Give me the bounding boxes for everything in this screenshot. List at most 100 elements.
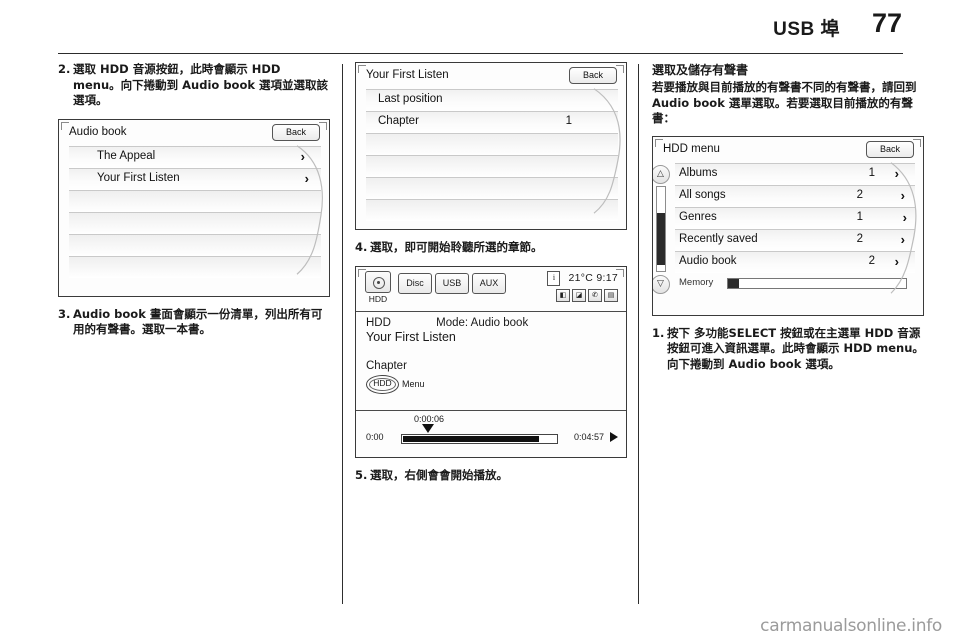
- step-3-text: Audio book 畫面會顯示一份清單，列出所有可用的有聲書。選取一本書。: [73, 306, 323, 337]
- phone-mute-icon: ◪: [572, 288, 586, 302]
- list-item-value: 2: [868, 254, 875, 267]
- scroll-up-icon[interactable]: △: [653, 164, 670, 184]
- screen-player-wrapper: HDD Disc USB AUX i 21°C 9:17 ◧ ◪ ✆ ▤ HDD…: [355, 265, 627, 458]
- step-3: 3. Audio book 畫面會顯示一份清單，列出所有可用的有聲書。選取一本書…: [58, 307, 330, 338]
- list-item-label: Chapter: [378, 115, 419, 127]
- first-listen-title-row: Your First Listen Back: [356, 63, 626, 89]
- back-button[interactable]: Back: [569, 67, 617, 84]
- play-icon: [610, 431, 618, 442]
- list-item-label: Your First Listen: [97, 171, 180, 184]
- source-tab-aux[interactable]: AUX: [472, 272, 506, 294]
- list-item-value: 1: [565, 115, 572, 127]
- watermark: carmanualsonline.info: [760, 616, 942, 636]
- list-item-empty[interactable]: [366, 133, 618, 155]
- page-title: USB 埠: [773, 19, 840, 40]
- list-item[interactable]: The Appeal ›: [69, 145, 321, 168]
- memory-label: Memory: [679, 276, 714, 288]
- status-top-row: i 21°C 9:17: [547, 270, 618, 286]
- list-item[interactable]: Last position: [366, 89, 618, 111]
- list-item[interactable]: Recently saved 2 ›: [675, 228, 915, 251]
- column-divider-left: [342, 64, 343, 604]
- source-tab-usb[interactable]: USB: [435, 272, 469, 294]
- screen-audio-player: HDD Disc USB AUX i 21°C 9:17 ◧ ◪ ✆ ▤ HDD…: [355, 265, 627, 458]
- step-1: 1. 按下 多功能SELECT 按鈕或在主選單 HDD 音源按鈕可進入資訊選單。…: [652, 326, 924, 373]
- playback-progress: 0:00:06 0:00 0:04:57: [356, 411, 626, 455]
- progress-bar[interactable]: [401, 433, 558, 444]
- hdd-menu-screen-title: HDD menu: [663, 142, 720, 155]
- list-item-value: 2: [856, 232, 863, 245]
- memory-row: Memory: [675, 275, 913, 292]
- playback-info: HDD Mode: Audio book Your First Listen C…: [356, 312, 626, 411]
- memory-bar: [727, 277, 907, 289]
- chevron-right-icon: ›: [300, 148, 305, 164]
- list-item-label: Genres: [679, 210, 717, 223]
- step-4: 4. 選取，即可開始聆聽所選的章節。: [355, 240, 627, 256]
- page-columns: 2. 選取 HDD 音源按鈕，此時會顯示 HDD menu。向下捲動到 Audi…: [0, 62, 960, 607]
- source-hdd[interactable]: HDD: [365, 270, 391, 304]
- current-position-label: 0:00:06: [414, 413, 445, 424]
- memory-bar-fill: [728, 278, 739, 288]
- list-item[interactable]: Audio book 2 ›: [675, 250, 915, 273]
- first-listen-screen-title: Your First Listen: [366, 69, 449, 81]
- first-listen-list: Last position Chapter 1: [366, 89, 618, 221]
- list-item-empty[interactable]: [69, 255, 321, 278]
- hdd-menu-control[interactable]: HDD Menu: [366, 374, 616, 394]
- scroll-down-icon[interactable]: ▽: [653, 274, 670, 294]
- back-button[interactable]: Back: [272, 123, 320, 141]
- list-item-label: Albums: [679, 166, 718, 179]
- list-item-empty[interactable]: [69, 233, 321, 256]
- status-temperature-time: 21°C 9:17: [568, 272, 618, 284]
- screen-audio-book-wrapper: Audio book Back The Appeal › Your First …: [58, 118, 330, 297]
- chevron-right-icon: ›: [900, 231, 905, 247]
- section-heading: 選取及儲存有聲書: [652, 63, 749, 77]
- progress-end-time: 0:04:57: [573, 431, 604, 442]
- list-item-label: Recently saved: [679, 232, 758, 245]
- list-item[interactable]: Chapter 1: [366, 111, 618, 133]
- screen-audio-book: Audio book Back The Appeal › Your First …: [58, 118, 330, 297]
- audio-book-screen-title: Audio book: [69, 125, 127, 138]
- source-hdd-label: HDD: [368, 293, 388, 304]
- scrollbar-thumb[interactable]: [657, 212, 665, 265]
- battery-icon: ▤: [604, 288, 618, 302]
- hdd-menu-list: Albums 1 › All songs 2 › Genres 1 › Rece…: [675, 162, 915, 273]
- step-4-text: 選取，即可開始聆聽所選的章節。: [370, 240, 543, 254]
- status-temperature: 21°C: [568, 272, 594, 284]
- column-middle: Your First Listen Back Last position Cha…: [355, 62, 627, 607]
- source-selection-bar: HDD Disc USB AUX i 21°C 9:17 ◧ ◪ ✆ ▤: [356, 267, 626, 312]
- list-item-value: 1: [868, 166, 875, 179]
- list-item[interactable]: Albums 1 ›: [675, 162, 915, 185]
- step-5-number: 5.: [355, 467, 368, 482]
- screen-first-listen-wrapper: Your First Listen Back Last position Cha…: [355, 62, 627, 230]
- playback-mode-label: Mode: Audio book: [436, 316, 529, 329]
- step-1-text: 按下 多功能SELECT 按鈕或在主選單 HDD 音源按鈕可進入資訊選單。此時會…: [667, 325, 924, 371]
- list-item[interactable]: Your First Listen ›: [69, 167, 321, 190]
- status-time: 9:17: [596, 272, 618, 284]
- hdd-menu-title-row: HDD menu Back: [653, 137, 923, 163]
- list-item-empty[interactable]: [69, 189, 321, 212]
- list-item-empty[interactable]: [366, 155, 618, 177]
- list-item-label: All songs: [679, 188, 726, 201]
- source-tab-disc[interactable]: Disc: [398, 272, 432, 294]
- list-item-empty[interactable]: [69, 211, 321, 234]
- list-item-empty[interactable]: [366, 199, 618, 221]
- list-item[interactable]: Genres 1 ›: [675, 206, 915, 229]
- progress-bar-fill: [403, 435, 540, 442]
- list-item-empty[interactable]: [366, 177, 618, 199]
- disc-icon: [365, 270, 391, 293]
- chevron-right-icon: ›: [304, 170, 309, 186]
- step-1-number: 1.: [652, 325, 665, 340]
- chevron-right-icon: ›: [894, 165, 899, 181]
- back-button[interactable]: Back: [866, 140, 914, 158]
- playback-track-title: Your First Listen: [366, 329, 456, 344]
- screen-hdd-menu-wrapper: HDD menu Back △ ▽ Albums 1 › All songs 2…: [652, 135, 924, 316]
- section-paragraph: 若要播放與目前播放的有聲書不同的有聲書，請回到 Audio book 選單選取。…: [652, 80, 917, 125]
- info-icon: i: [547, 270, 561, 286]
- step-2-number: 2.: [58, 62, 71, 76]
- status-icon-row: ◧ ◪ ✆ ▤: [547, 288, 618, 302]
- list-item-value: 1: [856, 210, 863, 223]
- step-5-text: 選取，右側會會開始播放。: [370, 467, 508, 482]
- list-item-label: The Appeal: [97, 149, 156, 162]
- list-item[interactable]: All songs 2 ›: [675, 184, 915, 207]
- page-number: 77: [871, 8, 902, 38]
- scrollbar[interactable]: [656, 185, 666, 272]
